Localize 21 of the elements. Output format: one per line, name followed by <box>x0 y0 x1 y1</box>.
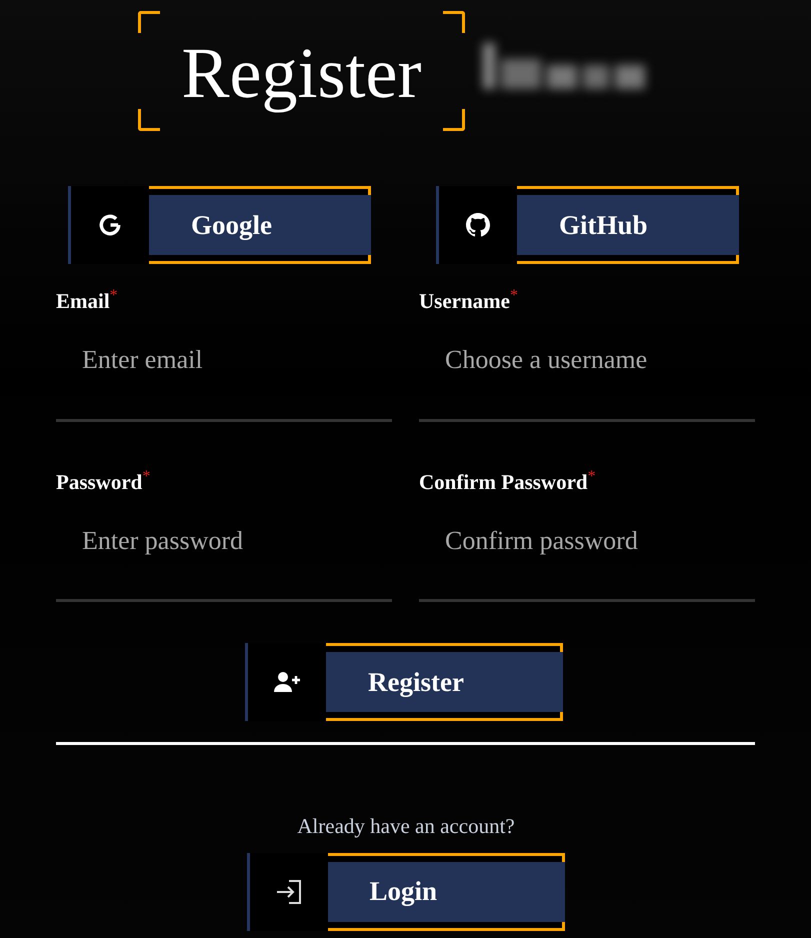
input-field[interactable]: Choose a username <box>419 326 755 422</box>
github-button[interactable]: GitHub <box>436 186 739 264</box>
input-field[interactable]: Enter password <box>56 506 392 602</box>
required-mark: * <box>510 288 518 304</box>
required-mark: * <box>588 468 596 484</box>
account-prompt: Already have an account? <box>297 813 515 840</box>
sign-in-icon <box>274 878 302 904</box>
github-icon <box>466 213 490 237</box>
add-user-icon <box>273 671 301 693</box>
required-mark: * <box>110 288 118 304</box>
google-icon <box>97 212 123 238</box>
google-button[interactable]: Google <box>68 186 371 264</box>
register-button[interactable]: Register <box>245 643 563 721</box>
field-label: Email <box>56 288 110 315</box>
login-button[interactable]: Login <box>246 852 564 930</box>
field-label: Password <box>56 468 142 496</box>
input-field[interactable]: Confirm password <box>419 506 755 602</box>
required-mark: * <box>142 468 150 484</box>
field-label: Username <box>419 288 510 315</box>
input-field[interactable]: Enter email <box>56 326 392 422</box>
field-label: Confirm Password <box>419 468 588 496</box>
